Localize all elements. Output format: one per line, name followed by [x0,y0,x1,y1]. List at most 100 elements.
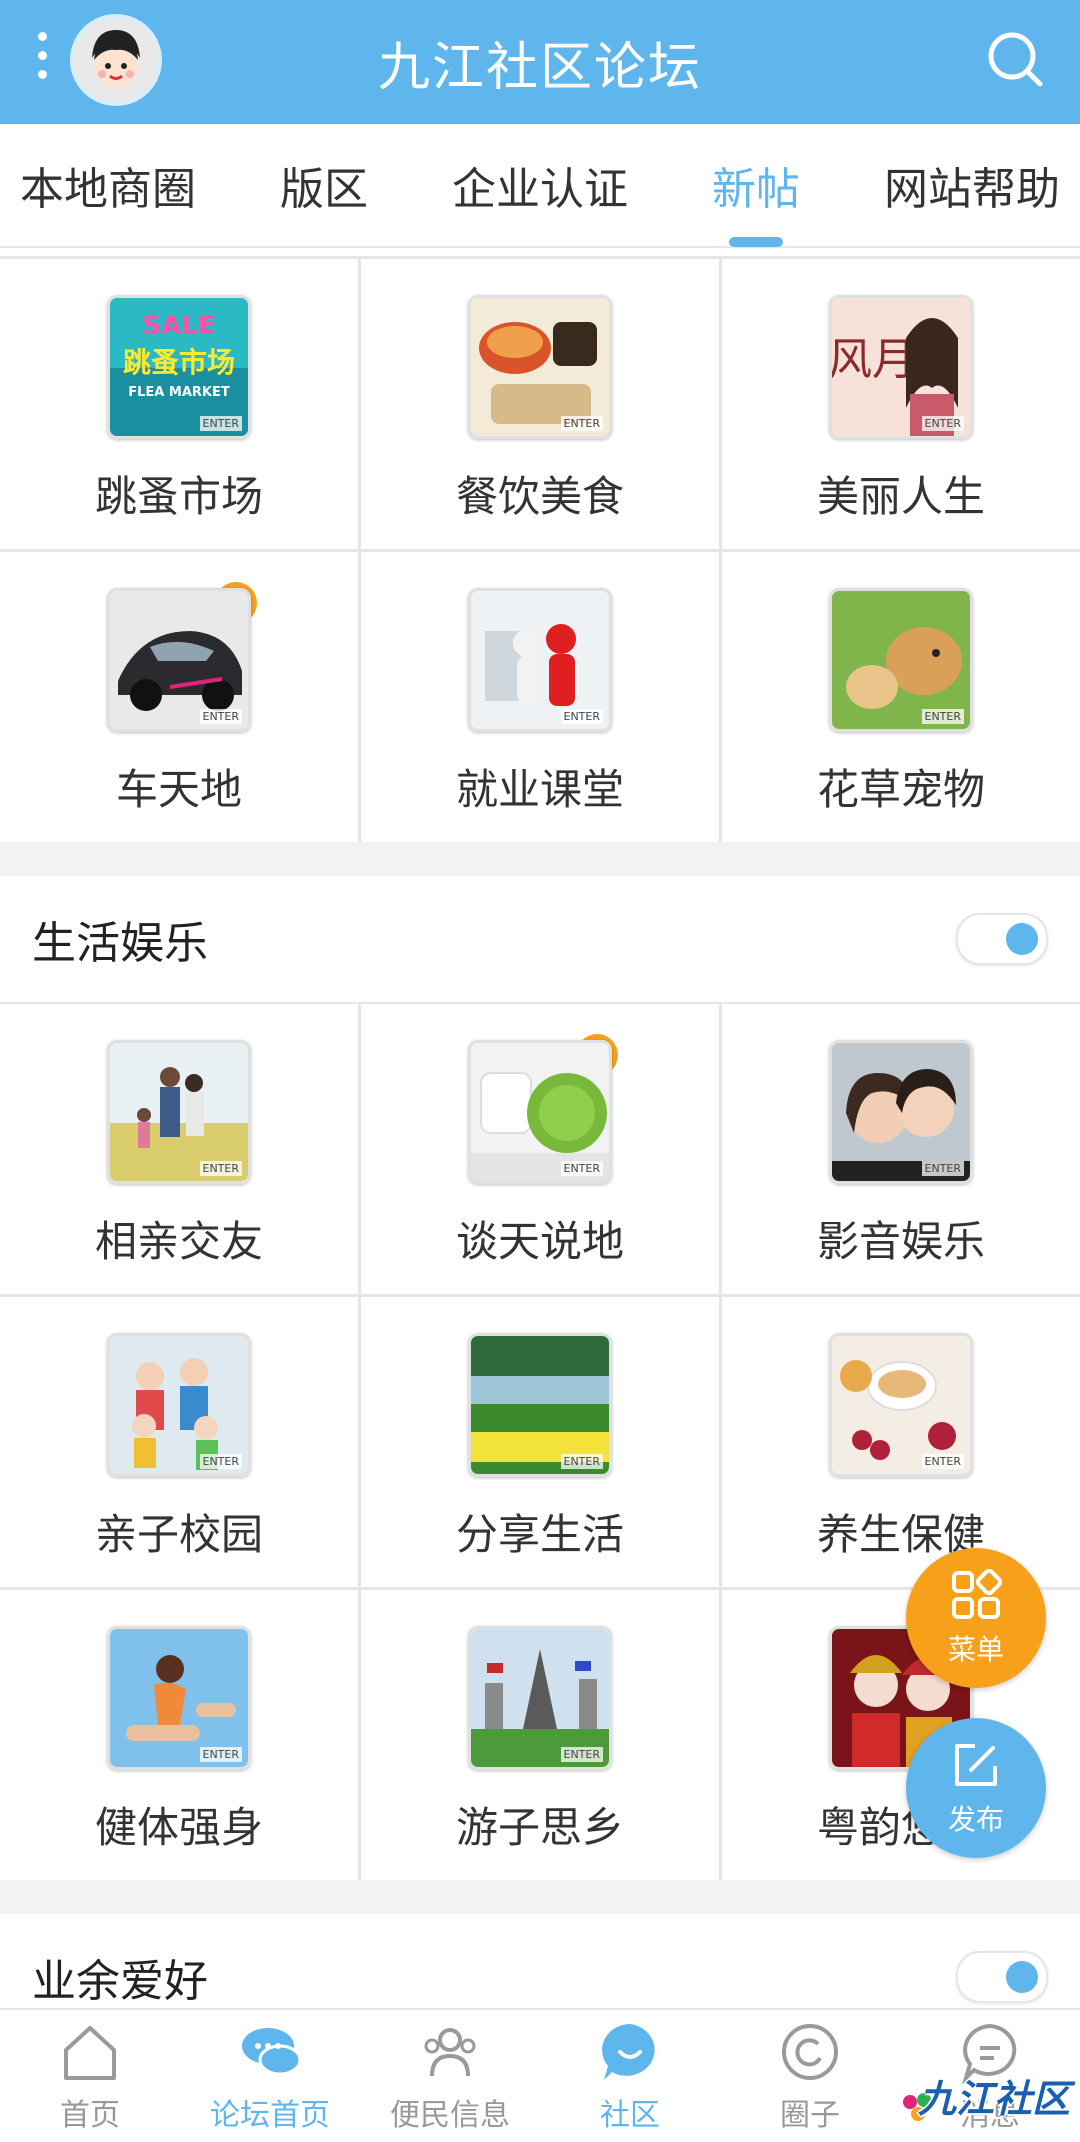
forum-homesick[interactable]: ENTER 游子思乡 [361,1590,719,1880]
app-header: 九江社区论坛 [0,0,1080,124]
nav-label: 社区 [600,2098,660,2133]
forum-label: 跳蚤市场 [94,472,263,521]
enter-tag: ENTER [921,709,964,724]
tab-new-posts[interactable]: 新帖 [648,153,864,217]
forum-label: 谈天说地 [455,1217,624,1266]
forum-thumbnail: ENTER [107,1333,251,1477]
forum-label: 游子思乡 [455,1803,624,1852]
nav-forum-home[interactable]: 论坛首页 [180,2010,360,2142]
tab-bar: 本地商圈 版区 企业认证 新帖 网站帮助 [0,124,1080,248]
enter-tag: ENTER [199,1454,242,1469]
section-header-hobbies: 业余爱好 [0,1914,1080,2008]
nav-label: 圈子 [780,2098,840,2133]
section-header-life-entertainment: 生活娱乐 [0,876,1080,1004]
enter-tag: ENTER [560,1161,603,1176]
forum-thumbnail: ENTER [468,1040,612,1184]
forum-grid-top: SALE 跳蚤市场 FLEA MARKET ENTER 跳蚤市场 ENTER 餐… [0,259,1080,842]
forum-label: 美丽人生 [816,472,985,521]
forum-label: 车天地 [115,765,242,814]
forum-dating[interactable]: ENTER 相亲交友 [0,1004,358,1294]
enter-tag: ENTER [560,1747,603,1762]
forum-share-life[interactable]: ENTER 分享生活 [361,1297,719,1587]
forum-thumbnail: ENTER [107,1040,251,1184]
menu-fab-label: 菜单 [947,1633,1004,1666]
forum-label: 餐饮美食 [455,472,624,521]
forum-thumbnail: ENTER [107,588,251,732]
forum-label: 花草宠物 [816,765,985,814]
tab-enterprise-cert[interactable]: 企业认证 [432,153,648,217]
enter-tag: ENTER [199,709,242,724]
forum-flea-market[interactable]: SALE 跳蚤市场 FLEA MARKET ENTER 跳蚤市场 [0,259,358,549]
forum-beautiful-life[interactable]: 风月 ENTER 美丽人生 [722,259,1080,549]
forum-label: 分享生活 [455,1510,624,1559]
forum-parenting-school[interactable]: ENTER 亲子校园 [0,1297,358,1587]
nav-label: 便民信息 [390,2098,510,2133]
enter-tag: ENTER [560,1454,603,1469]
community-bubble-icon [602,2024,655,2080]
tab-site-help[interactable]: 网站帮助 [864,153,1080,217]
post-fab-label: 发布 [947,1803,1004,1836]
forum-jobs[interactable]: ENTER 就业课堂 [361,552,719,842]
grid-menu-icon [952,1568,1003,1619]
post-fab-button[interactable]: 发布 [906,1718,1046,1858]
forum-thumbnail: ENTER [829,1333,973,1477]
enter-tag: ENTER [560,709,603,724]
thumb-flea-text: 跳蚤市场 [123,346,235,379]
forum-food[interactable]: ENTER 餐饮美食 [361,259,719,549]
nav-services[interactable]: 便民信息 [360,2010,540,2142]
circle-icon [782,2024,838,2080]
forum-thumbnail: ENTER [468,295,612,439]
list-top-edge [0,248,1080,259]
section-collapse-toggle[interactable] [956,1951,1048,2003]
enter-tag: ENTER [560,416,603,431]
forum-thumbnail: ENTER [107,1626,251,1770]
search-icon[interactable] [984,28,1046,90]
forum-thumbnail: ENTER [468,1626,612,1770]
nav-community[interactable]: 社区 [540,2010,720,2142]
edit-icon [955,1744,997,1786]
forum-chitchat[interactable]: 2 ENTER 谈天说地 [361,1004,719,1294]
thumb-flea-en-text: FLEA MARKET [128,385,230,400]
tab-sections[interactable]: 版区 [216,153,432,217]
forum-health[interactable]: ENTER 养生保健 [722,1297,1080,1587]
forum-label: 就业课堂 [455,765,624,814]
site-watermark-logo: 九江社区 [898,2068,1074,2136]
avatar[interactable] [70,14,162,106]
nav-label: 论坛首页 [210,2098,330,2133]
enter-tag: ENTER [921,1454,964,1469]
nav-circles[interactable]: 圈子 [720,2010,900,2142]
enter-tag: ENTER [921,1161,964,1176]
enter-tag: ENTER [921,416,964,431]
more-menu-icon[interactable] [34,32,50,92]
enter-tag: ENTER [199,1161,242,1176]
home-icon [64,2026,116,2080]
page-title: 九江社区论坛 [377,37,702,98]
menu-fab-button[interactable]: 菜单 [906,1548,1046,1688]
section-title: 业余爱好 [32,1956,208,2007]
forum-label: 健体强身 [94,1803,263,1852]
forum-label: 相亲交友 [94,1217,263,1266]
forum-thumbnail: 风月 ENTER [829,295,973,439]
forum-cars[interactable]: 5 ENTER 车天地 [0,552,358,842]
enter-tag: ENTER [199,1747,242,1762]
watermark-text: 九江社区 [918,2077,1071,2121]
forum-thumbnail: ENTER [468,588,612,732]
nav-home[interactable]: 首页 [0,2010,180,2142]
forum-thumbnail: SALE 跳蚤市场 FLEA MARKET ENTER [107,295,251,439]
forum-label: 亲子校园 [94,1510,263,1559]
forum-pets[interactable]: ENTER 花草宠物 [722,552,1080,842]
forum-list: SALE 跳蚤市场 FLEA MARKET ENTER 跳蚤市场 ENTER 餐… [0,248,1080,2008]
forum-media[interactable]: ENTER 影音娱乐 [722,1004,1080,1294]
thumb-sale-text: SALE [142,311,215,341]
nav-label: 首页 [60,2098,120,2133]
thumb-fengyue-text: 风月 [832,334,916,385]
tab-local-business[interactable]: 本地商圈 [0,153,216,217]
section-collapse-toggle[interactable] [956,913,1048,965]
section-title: 生活娱乐 [32,918,208,969]
forum-thumbnail: ENTER [829,1040,973,1184]
forum-fitness[interactable]: ENTER 健体强身 [0,1590,358,1880]
people-icon [424,2028,476,2077]
forum-label: 影音娱乐 [816,1217,985,1266]
forum-thumbnail: ENTER [829,588,973,732]
chat-bubbles-icon [242,2028,302,2076]
